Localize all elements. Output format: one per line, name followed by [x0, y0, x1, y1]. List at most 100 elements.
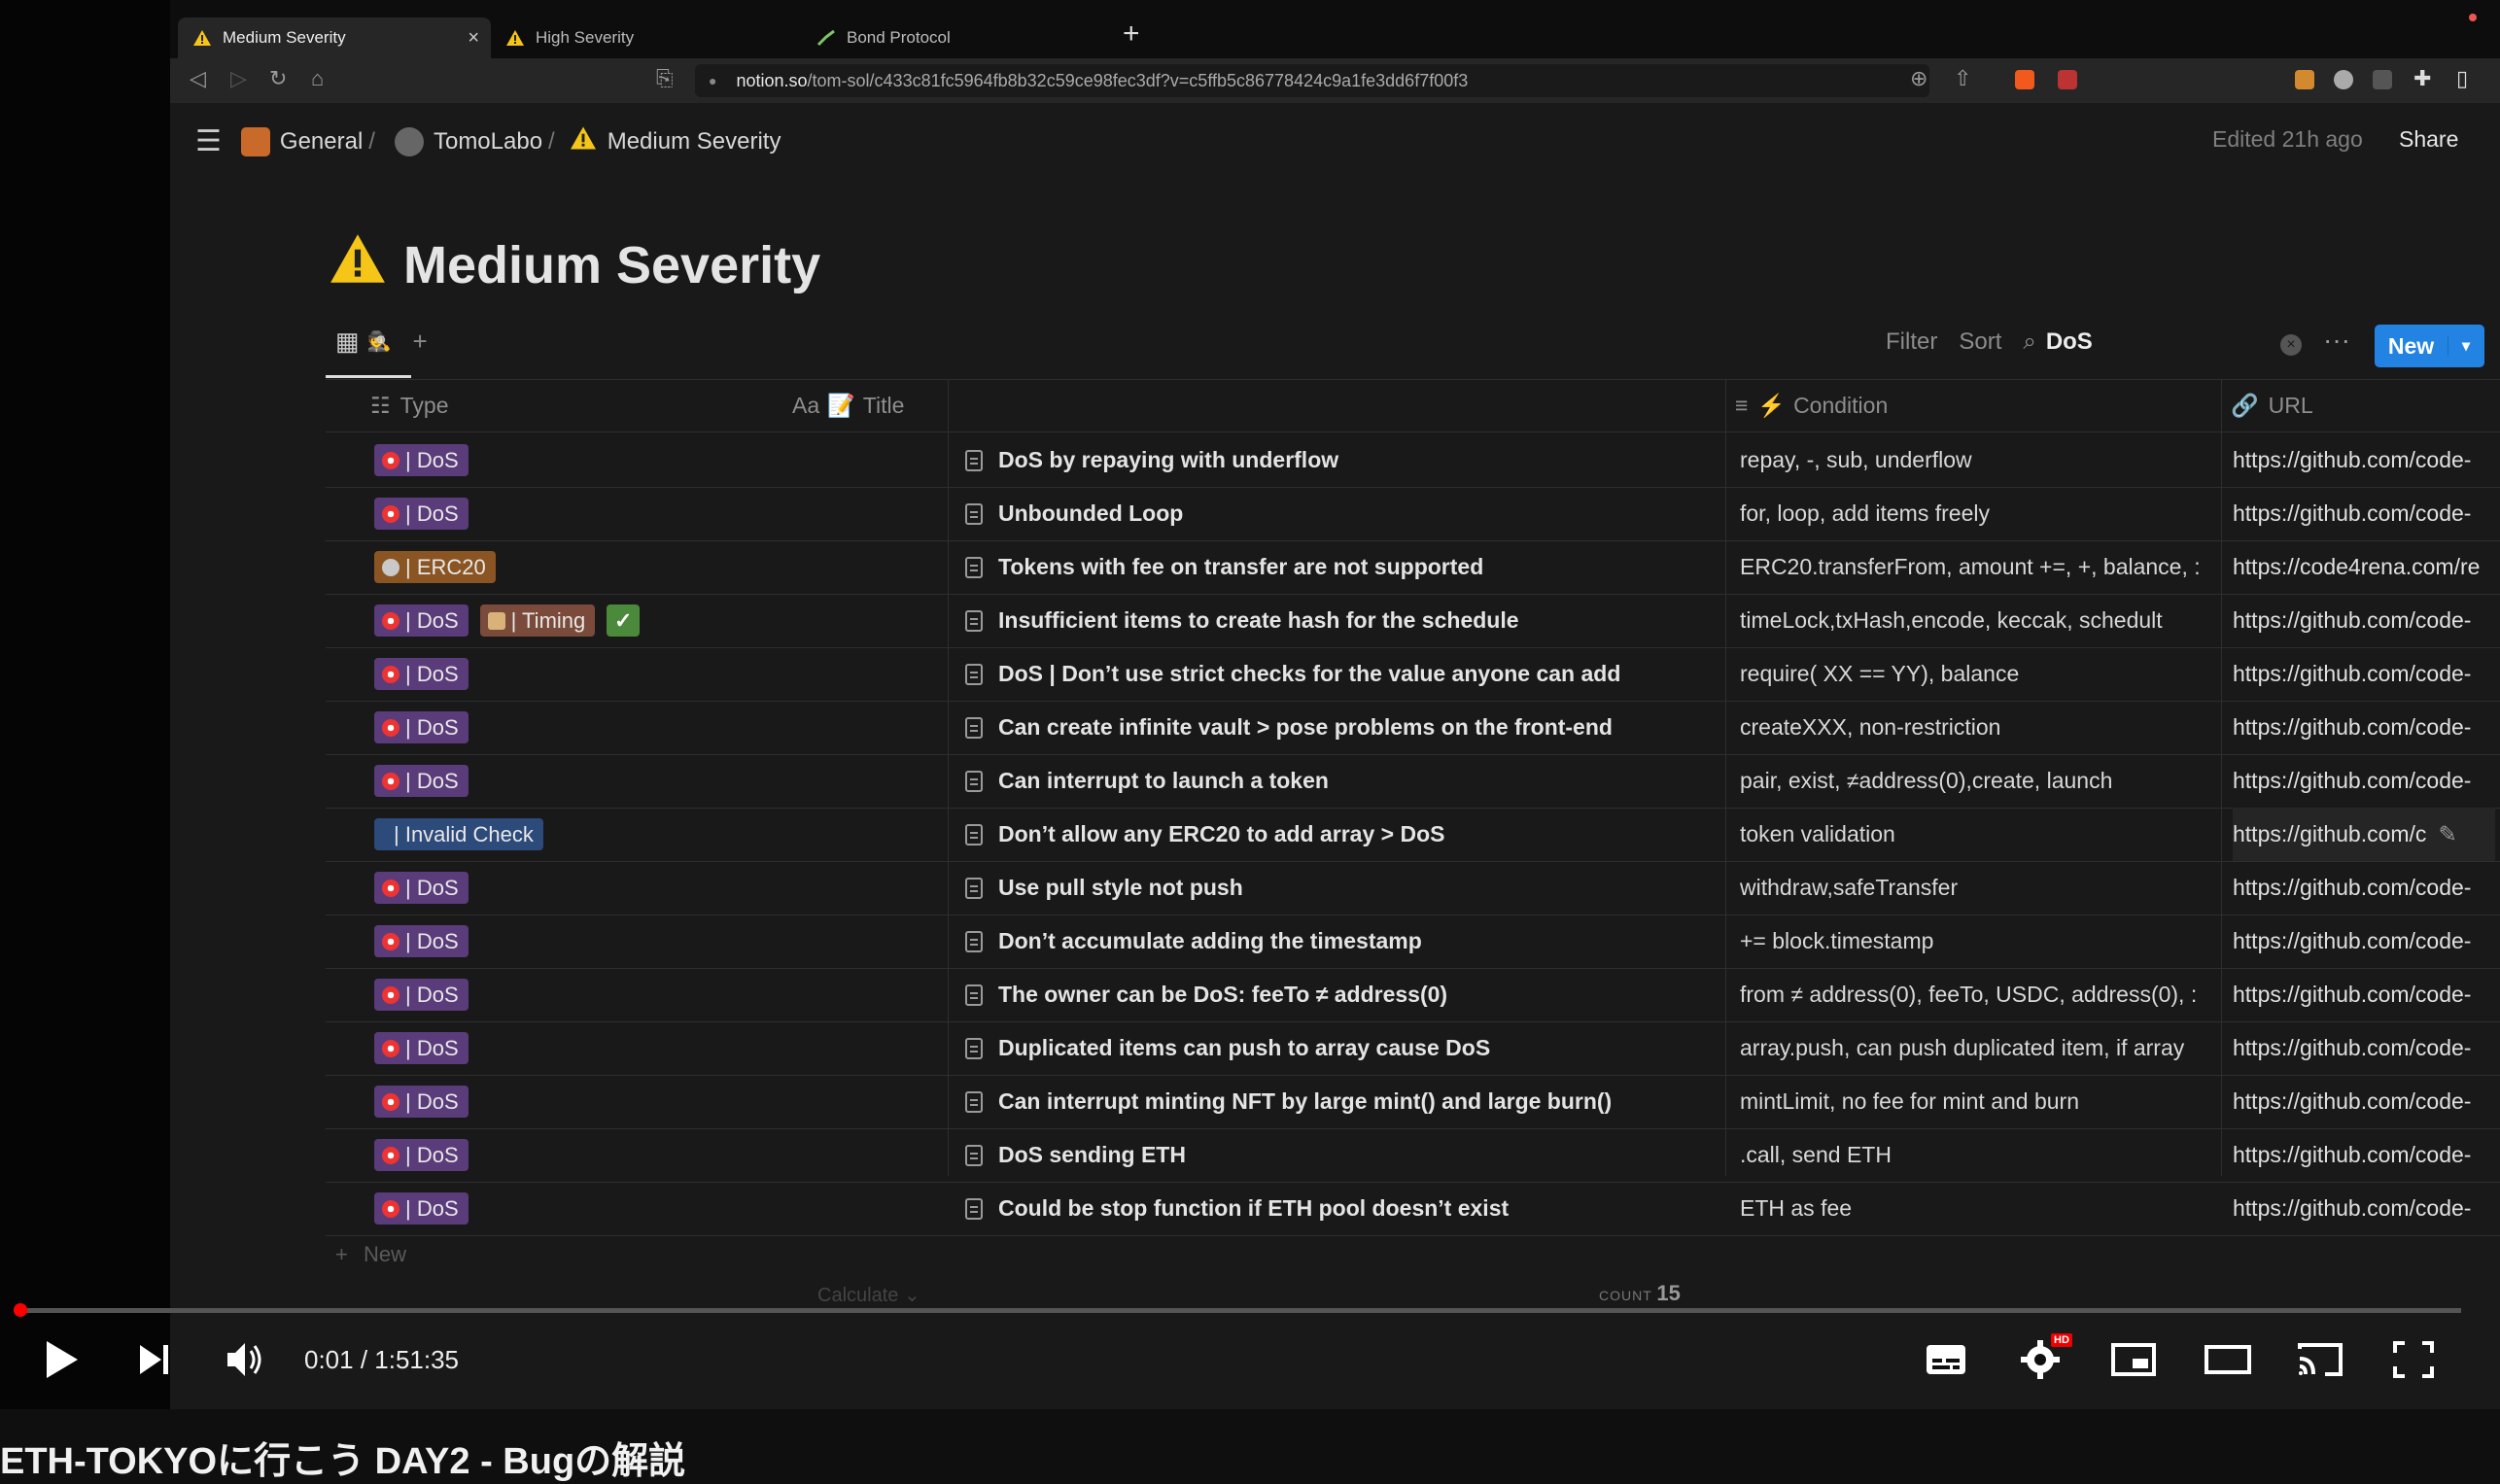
- type-cell[interactable]: | DoS: [374, 754, 943, 808]
- title-cell[interactable]: Don’t accumulate adding the timestamp: [965, 915, 1719, 968]
- condition-cell[interactable]: .call, send ETH: [1740, 1128, 2216, 1182]
- title-cell[interactable]: Unbounded Loop: [965, 487, 1719, 540]
- url-cell[interactable]: https://github.com/code-: [2233, 1182, 2495, 1235]
- row-title[interactable]: The owner can be DoS: feeTo ≠ address(0): [998, 982, 1447, 1008]
- condition-cell[interactable]: repay, -, sub, underflow: [1740, 433, 2216, 487]
- title-cell[interactable]: Tokens with fee on transfer are not supp…: [965, 540, 1719, 594]
- row-url-link[interactable]: https://github.com/code-: [2233, 875, 2471, 901]
- row-title[interactable]: Unbounded Loop: [998, 500, 1183, 527]
- brave-shield-icon[interactable]: [2015, 70, 2034, 89]
- type-cell[interactable]: | DoS: [374, 861, 943, 915]
- row-title[interactable]: Can create infinite vault > pose problem…: [998, 714, 1613, 741]
- clear-search-icon[interactable]: ×: [2280, 334, 2302, 356]
- url-cell[interactable]: https://github.com/code-: [2233, 754, 2495, 808]
- title-cell[interactable]: Use pull style not push: [965, 861, 1719, 915]
- search-icon[interactable]: ⌕: [2023, 328, 2035, 356]
- row-url-link[interactable]: https://github.com/code-: [2233, 928, 2471, 954]
- table-row[interactable]: | DoS Could be stop function if ETH pool …: [326, 1182, 2500, 1236]
- edit-pencil-icon[interactable]: ✎: [2438, 821, 2456, 847]
- url-cell[interactable]: https://code4rena.com/re: [2233, 540, 2495, 594]
- tab-bond-protocol[interactable]: Bond Protocol: [802, 17, 1113, 58]
- condition-cell[interactable]: require( XX == YY), balance: [1740, 647, 2216, 701]
- table-row[interactable]: | DoS Can create infinite vault > pose pr…: [326, 701, 2500, 755]
- row-title[interactable]: Duplicated items can push to array cause…: [998, 1035, 1490, 1061]
- play-button[interactable]: [43, 1337, 82, 1387]
- type-cell[interactable]: | Invalid Check: [374, 808, 943, 861]
- row-url-link[interactable]: https://github.com/code-: [2233, 768, 2471, 794]
- row-url-link[interactable]: https://code4rena.com/re: [2233, 554, 2480, 580]
- row-title[interactable]: DoS by repaying with underflow: [998, 447, 1338, 473]
- type-cell[interactable]: | DoS: [374, 487, 943, 540]
- video-frame[interactable]: Medium Severity × High Severity Bond Pro…: [0, 0, 2500, 1409]
- row-title[interactable]: Tokens with fee on transfer are not supp…: [998, 554, 1483, 580]
- title-cell[interactable]: Insufficient items to create hash for th…: [965, 594, 1719, 647]
- title-cell[interactable]: Can interrupt to launch a token: [965, 754, 1719, 808]
- zoom-icon[interactable]: ⊕: [1910, 66, 1927, 91]
- row-title[interactable]: DoS | Don’t use strict checks for the va…: [998, 661, 1620, 687]
- share-page-icon[interactable]: ⇧: [1954, 66, 1971, 91]
- type-cell[interactable]: | ERC20: [374, 540, 943, 594]
- title-cell[interactable]: Don’t allow any ERC20 to add array > DoS: [965, 808, 1719, 861]
- row-url-link[interactable]: https://github.com/code-: [2233, 500, 2471, 527]
- row-url-link[interactable]: https://github.com/code-: [2233, 1142, 2471, 1168]
- condition-cell[interactable]: mintLimit, no fee for mint and burn: [1740, 1075, 2216, 1128]
- url-cell[interactable]: https://github.com/code-: [2233, 1021, 2495, 1075]
- tab-medium-severity[interactable]: Medium Severity ×: [178, 17, 491, 58]
- row-url-link[interactable]: https://github.com/code-: [2233, 1035, 2471, 1061]
- condition-cell[interactable]: timeLock,txHash,encode, keccak, schedult: [1740, 594, 2216, 647]
- url-cell[interactable]: https://github.com/code-: [2233, 433, 2495, 487]
- column-header-condition[interactable]: ≡ ⚡ Condition: [1735, 379, 1888, 431]
- theater-mode-icon[interactable]: [2203, 1337, 2253, 1387]
- condition-cell[interactable]: token validation: [1740, 808, 2216, 861]
- url-cell[interactable]: https://github.com/c ✎: [2233, 808, 2495, 861]
- url-cell[interactable]: https://github.com/code-: [2233, 487, 2495, 540]
- url-cell[interactable]: https://github.com/code-: [2233, 1128, 2495, 1182]
- column-header-title[interactable]: Aa 📝 Title: [792, 379, 904, 431]
- type-cell[interactable]: | DoS: [374, 1128, 943, 1182]
- table-row[interactable]: | DoS Use pull style not push withdraw,saf…: [326, 861, 2500, 915]
- search-input[interactable]: DoS: [2046, 328, 2240, 356]
- sidebar-icon[interactable]: ▯: [2456, 66, 2468, 91]
- puzzle-icon[interactable]: ✚: [2413, 66, 2431, 91]
- title-cell[interactable]: Can create infinite vault > pose problem…: [965, 701, 1719, 754]
- extension-icon[interactable]: [2373, 70, 2392, 89]
- table-row[interactable]: | DoS Unbounded Loop for, loop, add items …: [326, 487, 2500, 541]
- title-cell[interactable]: DoS sending ETH: [965, 1128, 1719, 1182]
- title-cell[interactable]: DoS | Don’t use strict checks for the va…: [965, 647, 1719, 701]
- url-cell[interactable]: https://github.com/code-: [2233, 861, 2495, 915]
- next-button[interactable]: [136, 1337, 175, 1387]
- view-emoji-icon[interactable]: 🕵: [367, 329, 392, 354]
- table-row[interactable]: | DoS Don’t accumulate adding the timesta…: [326, 915, 2500, 969]
- condition-cell[interactable]: withdraw,safeTransfer: [1740, 861, 2216, 915]
- type-cell[interactable]: | DoS: [374, 1075, 943, 1128]
- title-cell[interactable]: Can interrupt minting NFT by large mint(…: [965, 1075, 1719, 1128]
- url-cell[interactable]: https://github.com/code-: [2233, 701, 2495, 754]
- extension-icon[interactable]: [2334, 70, 2353, 89]
- new-tab-icon[interactable]: +: [1123, 17, 1140, 51]
- miniplayer-icon[interactable]: [2109, 1337, 2158, 1387]
- home-icon[interactable]: ⌂: [311, 66, 324, 91]
- url-cell[interactable]: https://github.com/code-: [2233, 968, 2495, 1021]
- add-view-icon[interactable]: +: [412, 327, 427, 357]
- new-button[interactable]: New ▾: [2375, 325, 2484, 367]
- condition-cell[interactable]: pair, exist, ≠address(0),create, launch: [1740, 754, 2216, 808]
- cast-icon[interactable]: [2296, 1337, 2344, 1387]
- count-summary[interactable]: COUNT 15: [1599, 1281, 1681, 1306]
- breadcrumb-general[interactable]: General: [280, 128, 363, 155]
- row-url-link[interactable]: https://github.com/code-: [2233, 714, 2471, 741]
- condition-cell[interactable]: for, loop, add items freely: [1740, 487, 2216, 540]
- table-row[interactable]: | DoS DoS sending ETH .call, send ETH https…: [326, 1128, 2500, 1183]
- title-cell[interactable]: The owner can be DoS: feeTo ≠ address(0): [965, 968, 1719, 1021]
- table-row[interactable]: | DoS DoS by repaying with underflow repay…: [326, 433, 2500, 488]
- volume-icon[interactable]: [224, 1337, 268, 1387]
- column-header-type[interactable]: ☷ Type: [370, 379, 449, 431]
- url-cell[interactable]: https://github.com/code-: [2233, 594, 2495, 647]
- brave-rewards-icon[interactable]: [2058, 70, 2077, 89]
- share-button[interactable]: Share: [2399, 126, 2458, 153]
- condition-cell[interactable]: array.push, can push duplicated item, if…: [1740, 1021, 2216, 1075]
- progress-bar[interactable]: [19, 1308, 2461, 1313]
- type-cell[interactable]: | DoS: [374, 433, 943, 487]
- forward-icon[interactable]: ▷: [230, 66, 247, 91]
- row-url-link[interactable]: https://github.com/code-: [2233, 1195, 2471, 1222]
- title-cell[interactable]: DoS by repaying with underflow: [965, 433, 1719, 487]
